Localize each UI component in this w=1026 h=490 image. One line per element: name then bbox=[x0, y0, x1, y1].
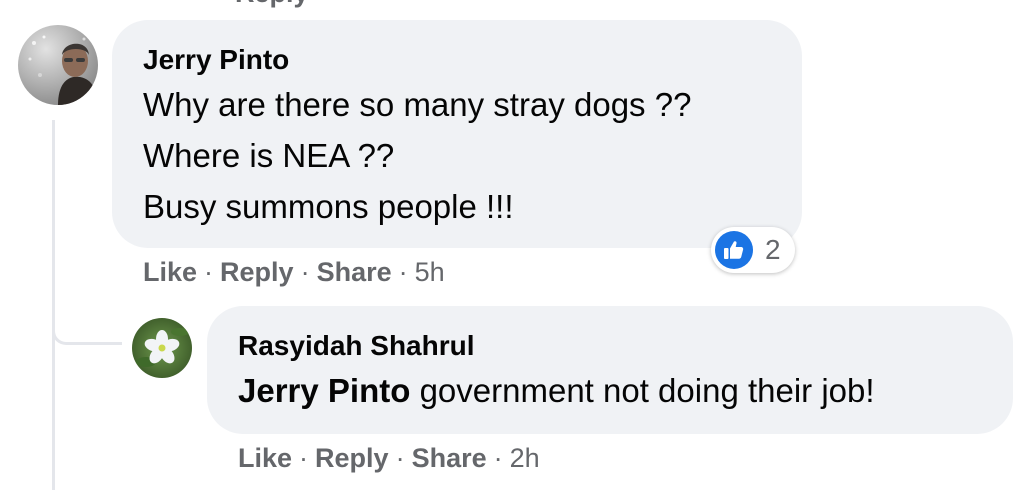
reply-author[interactable]: Rasyidah Shahrul bbox=[238, 330, 475, 362]
comment-actions: Like · Reply · Share · 5h bbox=[143, 257, 445, 288]
mention-link[interactable]: Jerry Pinto bbox=[238, 372, 410, 409]
comment-text-line: Busy summons people !!! bbox=[143, 188, 514, 225]
reply-bubble bbox=[207, 306, 1013, 434]
comment-text-line: Why are there so many stray dogs ?? bbox=[143, 86, 692, 123]
share-button[interactable]: Share bbox=[317, 257, 392, 287]
share-button[interactable]: Share bbox=[412, 443, 487, 473]
profile-photo bbox=[18, 25, 98, 105]
separator: · bbox=[395, 443, 405, 473]
reply-text: Jerry Pinto government not doing their j… bbox=[238, 372, 875, 410]
timestamp-link[interactable]: 2h bbox=[510, 443, 540, 473]
thumbs-up-icon bbox=[715, 231, 753, 269]
profile-photo bbox=[132, 318, 192, 378]
timestamp-link[interactable]: 5h bbox=[415, 257, 445, 287]
like-button[interactable]: Like bbox=[143, 257, 197, 287]
previous-reply-link[interactable]: Reply bbox=[235, 0, 309, 9]
like-button[interactable]: Like bbox=[238, 443, 292, 473]
reply-actions: Like · Reply · Share · 2h bbox=[238, 443, 540, 474]
reply-button[interactable]: Reply bbox=[220, 257, 294, 287]
separator: · bbox=[300, 257, 310, 287]
thread-connector bbox=[52, 300, 122, 345]
avatar[interactable] bbox=[18, 25, 98, 105]
reply-avatar[interactable] bbox=[132, 318, 192, 378]
separator: · bbox=[398, 257, 408, 287]
comment-text-line: Where is NEA ?? bbox=[143, 137, 395, 174]
separator: · bbox=[204, 257, 214, 287]
reply-text-body: government not doing their job! bbox=[410, 372, 875, 409]
separator: · bbox=[299, 443, 309, 473]
comment-author[interactable]: Jerry Pinto bbox=[143, 44, 289, 76]
separator: · bbox=[493, 443, 503, 473]
reply-button[interactable]: Reply bbox=[315, 443, 389, 473]
reactions-summary[interactable]: 2 bbox=[711, 227, 795, 273]
reaction-count: 2 bbox=[765, 234, 781, 265]
